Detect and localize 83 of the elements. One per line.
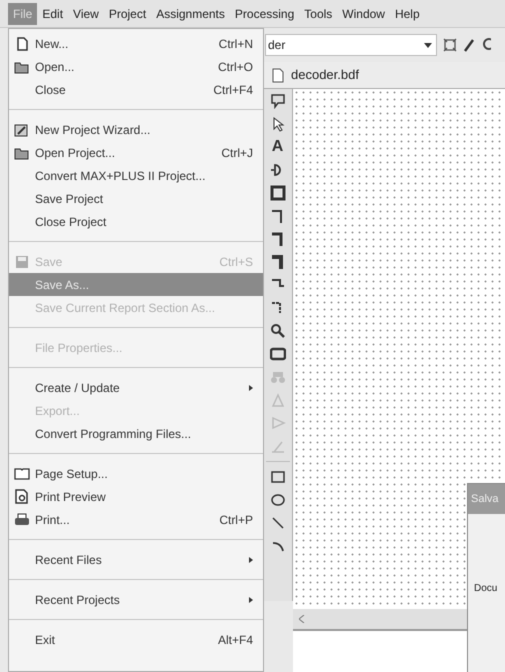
shortcut-label: Ctrl+O	[218, 58, 253, 76]
menu-item-label: Exit	[35, 632, 56, 648]
menu-item-label: Convert MAX+PLUS II Project...	[35, 168, 206, 184]
menu-bar-item[interactable]: Processing	[230, 2, 300, 24]
menu-bar-item[interactable]: Window	[337, 2, 390, 24]
scroll-left-icon[interactable]	[299, 615, 305, 623]
menu-item-label: Export...	[35, 402, 81, 420]
submenu-arrow-icon	[249, 384, 253, 390]
combo-value: der	[268, 37, 286, 54]
screen-icon[interactable]	[270, 346, 286, 362]
menu-bar-item[interactable]: Tools	[299, 2, 338, 24]
line-icon[interactable]	[270, 515, 286, 531]
dialog-label: Docu	[474, 583, 498, 594]
fit-icon[interactable]	[443, 38, 457, 52]
menu-item-label: Convert Programming Files...	[35, 426, 192, 442]
folder-icon	[14, 146, 30, 160]
menu-item-label: Save	[35, 254, 64, 270]
preview-icon	[14, 489, 30, 504]
wand-icon	[14, 122, 30, 136]
ellipse-icon[interactable]	[270, 492, 286, 508]
menu-item-label: Recent Projects	[35, 592, 121, 608]
text-tool[interactable]: A	[272, 139, 284, 155]
printer-icon	[14, 512, 30, 526]
menu-item-label: Create / Update	[35, 380, 121, 396]
bus-icon[interactable]	[270, 231, 286, 247]
menu-item-label: Print Preview	[35, 488, 107, 506]
shortcut-label: Ctrl+P	[219, 512, 253, 528]
menu-item[interactable]: Close Ctrl+F4	[9, 78, 263, 101]
dialog-title: Salva	[468, 484, 505, 514]
dropdown-arrow-icon[interactable]	[424, 42, 432, 48]
menu-bar-item[interactable]: Help	[390, 2, 425, 24]
menu-item-label: Page Setup...	[35, 466, 109, 482]
menu-bar-item[interactable]: Edit	[37, 2, 68, 24]
menu-item[interactable]: Close Project	[9, 210, 263, 233]
shortcut-label: Ctrl+F4	[213, 82, 253, 98]
menu-item-label: File Properties...	[35, 340, 124, 356]
zoom-icon[interactable]	[270, 323, 286, 339]
shortcut-label: Ctrl+S	[219, 254, 253, 270]
menu-item-label: Open Project...	[35, 144, 116, 162]
menu-item-label: Close	[35, 82, 67, 98]
menu-item[interactable]: Recent Files	[9, 548, 263, 571]
schematic-canvas[interactable]	[293, 89, 505, 609]
folder-icon	[14, 60, 30, 74]
menu-item-label: New...	[35, 36, 70, 52]
menu-item-label: Close Project	[35, 214, 108, 230]
book-icon	[14, 466, 30, 480]
submenu-arrow-icon	[249, 596, 253, 602]
menu-item[interactable]: Recent Projects	[9, 588, 263, 611]
square-icon[interactable]	[270, 185, 286, 201]
conduit-icon[interactable]	[270, 254, 286, 270]
submenu-arrow-icon	[249, 556, 253, 562]
menu-item[interactable]: Save Project	[9, 187, 263, 210]
pencil-icon[interactable]	[463, 38, 475, 52]
menu-item[interactable]: Convert Programming Files...	[9, 422, 263, 445]
menu-bar-item[interactable]: Assignments	[151, 2, 230, 24]
menu-item-label: Print...	[35, 512, 71, 528]
document-icon	[271, 68, 285, 82]
menu-item-label: Recent Files	[35, 552, 103, 568]
menu-item[interactable]: Convert MAX+PLUS II Project...	[9, 164, 263, 187]
menu-item[interactable]: Print... Ctrl+P	[9, 508, 263, 531]
shortcut-label: Ctrl+J	[221, 144, 253, 162]
page-icon	[15, 36, 29, 50]
menu-item-label: Save Project	[35, 190, 104, 208]
menu-item-label: Save Current Report Section As...	[35, 300, 216, 316]
menu-bar-item[interactable]: View	[68, 2, 104, 24]
menu-item-label: New Project Wizard...	[35, 122, 152, 138]
menu-item[interactable]: Exit Alt+F4	[9, 628, 263, 651]
shortcut-label: Alt+F4	[218, 632, 253, 648]
entity-combo[interactable]: der	[265, 34, 437, 56]
menu-item[interactable]: Open Project... Ctrl+J	[9, 141, 263, 164]
menu-item[interactable]: New Project Wizard...	[9, 118, 263, 141]
menu-item[interactable]: Create / Update	[9, 376, 263, 399]
menu-item-label: Save As...	[35, 276, 90, 294]
menu-item[interactable]: Page Setup...	[9, 462, 263, 485]
menu-bar-item[interactable]: Project	[104, 2, 152, 24]
menu-item[interactable]: New... Ctrl+N	[9, 32, 263, 55]
shortcut-label: Ctrl+N	[218, 36, 253, 52]
menu-item[interactable]: Open... Ctrl+O	[9, 55, 263, 78]
rectangle-icon[interactable]	[270, 469, 286, 485]
menu-item-label: Open...	[35, 58, 76, 76]
callout-icon[interactable]	[270, 93, 286, 109]
document-tab[interactable]: decoder.bdf	[291, 65, 359, 85]
menu-item[interactable]: Print Preview	[9, 485, 263, 508]
